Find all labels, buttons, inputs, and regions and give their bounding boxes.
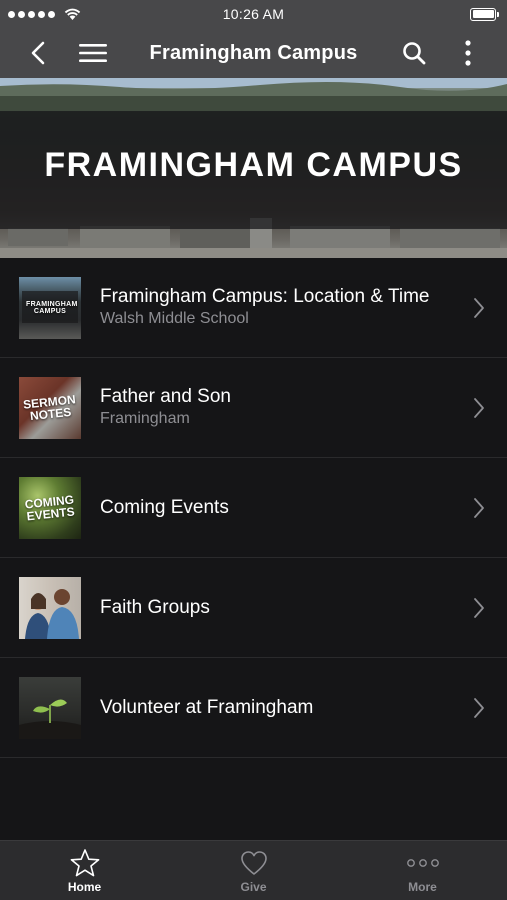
list-item-title: Faith Groups	[100, 597, 210, 618]
thumbnail-label: FRAMINGHAM CAMPUS	[26, 300, 78, 315]
overflow-menu-button[interactable]	[446, 28, 490, 78]
list-item-volunteer[interactable]: Volunteer at Framingham	[0, 658, 507, 758]
list-item-title: Coming Events	[100, 497, 229, 518]
list-item-coming-events[interactable]: COMING EVENTS Coming Events	[0, 458, 507, 558]
content-list: FRAMINGHAM CAMPUS Framingham Campus: Loc…	[0, 258, 507, 758]
chevron-right-icon	[473, 658, 487, 758]
list-item-father-and-son[interactable]: SERMON NOTES Father and Son Framingham	[0, 358, 507, 458]
search-button[interactable]	[392, 28, 436, 78]
tab-more[interactable]: More	[338, 841, 507, 900]
tab-label: More	[408, 880, 437, 894]
hamburger-menu-icon	[79, 44, 107, 62]
chevron-left-icon	[31, 41, 45, 65]
volunteer-sprout-photo	[19, 676, 81, 739]
chevron-right-icon	[473, 558, 487, 658]
status-bar: 10:26 AM	[0, 0, 507, 28]
heart-icon	[240, 851, 267, 875]
list-item-title: Volunteer at Framingham	[100, 697, 314, 718]
chevron-right-icon	[473, 358, 487, 458]
thumbnail-label: COMING EVENTS	[24, 491, 76, 523]
location-thumbnail: FRAMINGHAM CAMPUS	[19, 276, 81, 339]
vertical-dots-icon	[465, 40, 471, 66]
list-item-subtitle: Walsh Middle School	[100, 310, 249, 327]
hero-title: FRAMINGHAM CAMPUS	[44, 146, 463, 184]
list-item-title: Father and Son	[100, 386, 231, 407]
list-item-location-time[interactable]: FRAMINGHAM CAMPUS Framingham Campus: Loc…	[0, 258, 507, 358]
battery-icon	[470, 7, 499, 21]
back-button[interactable]	[16, 28, 60, 78]
sermon-notes-thumbnail: SERMON NOTES	[19, 376, 81, 439]
hero-banner: FRAMINGHAM CAMPUS	[0, 78, 507, 258]
menu-button[interactable]	[71, 28, 115, 78]
tab-give[interactable]: Give	[169, 841, 338, 900]
chevron-right-icon	[473, 458, 487, 558]
list-item-title: Framingham Campus: Location & Time	[100, 286, 430, 307]
chevron-right-icon	[473, 258, 487, 358]
tab-bar: Home Give More	[0, 840, 507, 900]
faith-groups-photo	[19, 576, 81, 639]
list-item-faith-groups[interactable]: Faith Groups	[0, 558, 507, 658]
tab-home[interactable]: Home	[0, 841, 169, 900]
tab-label: Home	[67, 880, 102, 894]
search-icon	[403, 42, 426, 65]
more-icon	[406, 859, 439, 867]
status-time: 10:26 AM	[222, 6, 285, 22]
tab-label: Give	[240, 880, 267, 894]
list-item-subtitle: Framingham	[100, 410, 190, 427]
nav-bar: Framingham Campus	[0, 28, 507, 78]
thumbnail-label: SERMON NOTES	[22, 391, 77, 423]
star-icon	[70, 849, 99, 877]
coming-events-thumbnail: COMING EVENTS	[19, 476, 81, 539]
